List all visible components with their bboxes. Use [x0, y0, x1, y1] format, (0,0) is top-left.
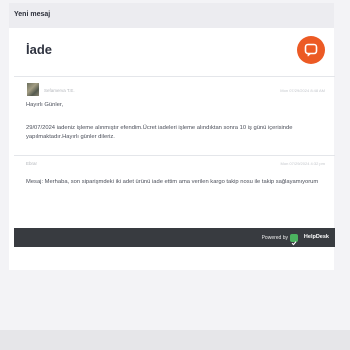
message-sender: Ebrar	[26, 161, 38, 166]
message-body: Mesaj: Merhaba, son siparişmdeki iki ade…	[26, 179, 319, 185]
message-greeting: Hayırlı Günler,	[26, 102, 64, 108]
powered-by-text: Powered by	[261, 235, 288, 241]
page-title: Yeni mesaj	[14, 11, 51, 18]
message-item: Ebrar Mon 07/29/2024 4:32 pm Mesaj: Merh…	[14, 155, 335, 228]
message-time: Mon 07/29/2024 4:32 pm	[280, 161, 325, 166]
chat-bubble-icon	[304, 43, 318, 57]
message-item: Sefamerva T.E. Mon 07/29/2024 8:48 AM Ha…	[14, 76, 335, 155]
header-bar	[9, 3, 334, 28]
avatar	[27, 83, 39, 96]
message-body: 29/07/2024 iadeniz işleme alınmıştır efe…	[26, 125, 293, 140]
chat-button[interactable]	[297, 36, 325, 64]
ticket-subject: İade	[26, 42, 53, 57]
message-sender: Sefamerva T.E.	[44, 88, 75, 93]
helpdesk-logo-icon	[290, 234, 298, 246]
bottom-strip	[0, 330, 350, 350]
helpdesk-brand[interactable]: HelpDesk	[304, 234, 329, 240]
footer-bar: Powered by HelpDesk	[14, 228, 335, 247]
message-time: Mon 07/29/2024 8:48 AM	[280, 88, 325, 93]
